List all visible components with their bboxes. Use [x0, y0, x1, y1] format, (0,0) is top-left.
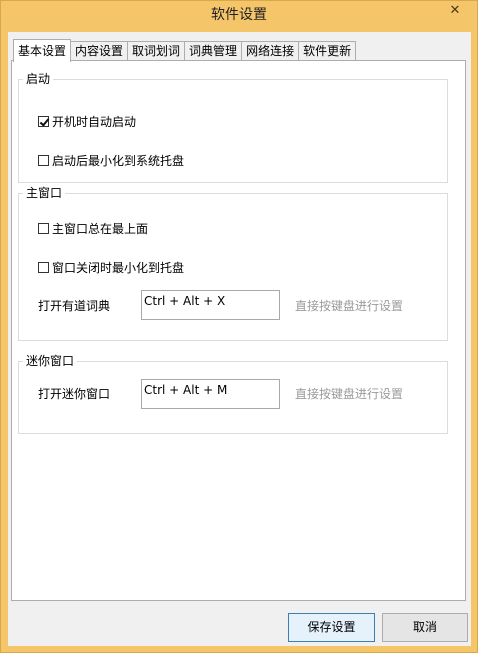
hotkey-input-mini[interactable]: Ctrl + Alt + M	[141, 379, 280, 409]
save-button[interactable]: 保存设置	[288, 613, 375, 642]
window-title: 软件设置	[211, 7, 267, 23]
hotkey-label-mini: 打开迷你窗口	[38, 387, 111, 401]
group-startup: 启动 开机时自动启动 启动后最小化到系统托盘	[18, 71, 448, 183]
close-icon[interactable]: ✕	[444, 1, 466, 19]
tab-network[interactable]: 网络连接	[241, 41, 300, 61]
tab-software-update[interactable]: 软件更新	[298, 41, 357, 61]
hotkey-input-main[interactable]: Ctrl + Alt + X	[141, 290, 280, 320]
hotkey-hint-mini: 直接按键盘进行设置	[295, 387, 404, 401]
title-bar[interactable]: 软件设置 ✕	[1, 1, 477, 25]
settings-window: 软件设置 ✕ 基本设置 内容设置 取词划词 词典管理 网络连接 软件更新 启动 …	[0, 0, 478, 653]
client-area: 基本设置 内容设置 取词划词 词典管理 网络连接 软件更新 启动 开机时自动启动…	[8, 32, 471, 646]
option-minimize-on-close-label: 窗口关闭时最小化到托盘	[52, 260, 185, 275]
option-minimize-on-close[interactable]: 窗口关闭时最小化到托盘	[38, 259, 184, 275]
option-minimize-on-start-label: 启动后最小化到系统托盘	[52, 153, 185, 168]
group-title-startup: 启动	[23, 71, 54, 87]
hotkey-hint-main: 直接按键盘进行设置	[295, 299, 404, 313]
checkbox-always-on-top[interactable]	[38, 222, 49, 234]
hotkey-label-main: 打开有道词典	[38, 299, 111, 313]
tab-strip: 基本设置 内容设置 取词划词 词典管理 网络连接 软件更新	[13, 39, 357, 62]
cancel-button[interactable]: 取消	[382, 613, 468, 642]
tab-basic-settings[interactable]: 基本设置	[13, 39, 72, 62]
option-minimize-on-start[interactable]: 启动后最小化到系统托盘	[38, 152, 184, 168]
option-auto-start[interactable]: 开机时自动启动	[38, 113, 136, 129]
tab-word-capture[interactable]: 取词划词	[127, 41, 186, 61]
checkbox-auto-start[interactable]	[38, 115, 49, 127]
tab-dictionary-management[interactable]: 词典管理	[184, 41, 243, 61]
group-title-main-window: 主窗口	[23, 185, 66, 201]
checkbox-minimize-on-start[interactable]	[38, 154, 49, 166]
option-always-on-top[interactable]: 主窗口总在最上面	[38, 220, 148, 236]
option-auto-start-label: 开机时自动启动	[52, 114, 137, 129]
group-title-mini-window: 迷你窗口	[23, 353, 78, 369]
group-main-window: 主窗口 主窗口总在最上面 窗口关闭时最小化到托盘 打开有道词典 Ctrl + A…	[18, 185, 448, 341]
tab-content-settings[interactable]: 内容设置	[70, 41, 129, 61]
option-always-on-top-label: 主窗口总在最上面	[52, 221, 149, 236]
tab-panel-basic: 启动 开机时自动启动 启动后最小化到系统托盘 主窗口 主窗口总在最上面 窗口关闭…	[11, 60, 466, 601]
checkbox-minimize-on-close[interactable]	[38, 261, 49, 273]
group-mini-window: 迷你窗口 打开迷你窗口 Ctrl + Alt + M 直接按键盘进行设置	[18, 353, 448, 434]
